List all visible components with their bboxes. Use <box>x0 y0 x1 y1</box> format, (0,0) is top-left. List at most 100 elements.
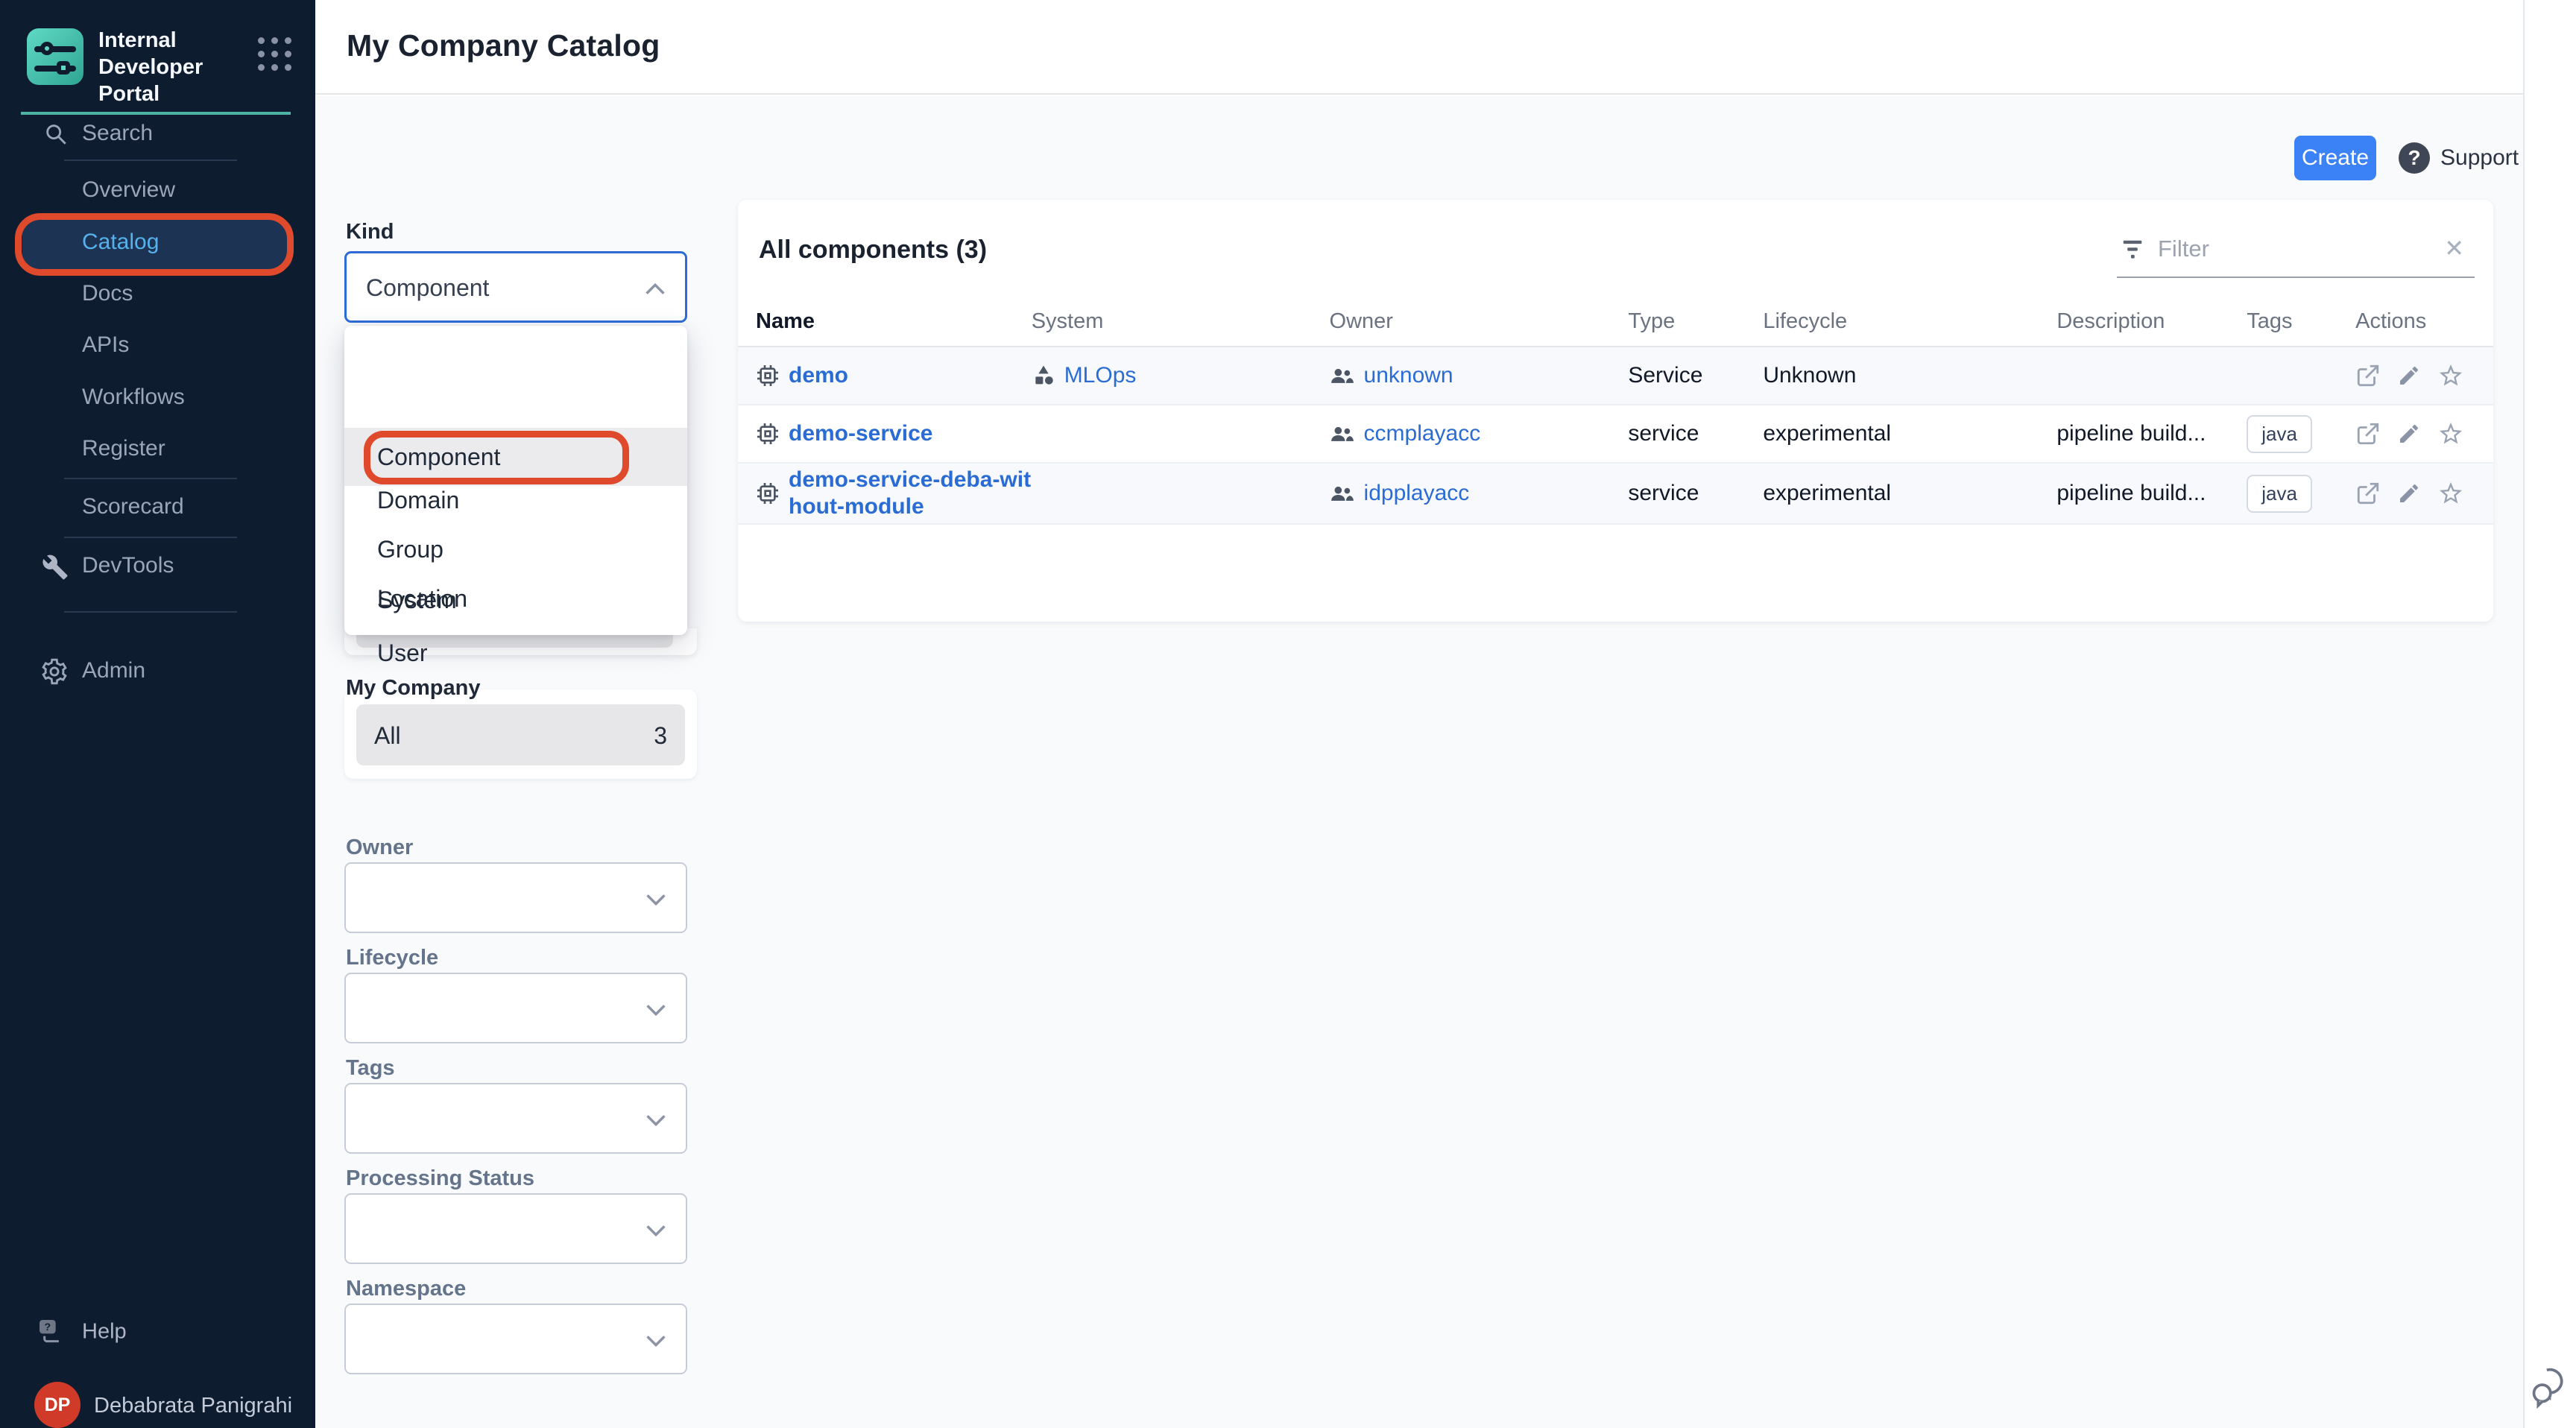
sidebar-item-label: Catalog <box>82 230 159 255</box>
star-icon[interactable] <box>2437 420 2464 447</box>
column-header-name[interactable]: Name <box>738 309 1032 334</box>
table-title: All components (3) <box>759 236 987 265</box>
owner-link[interactable]: idpplayacc <box>1364 481 1470 506</box>
owner-label: Owner <box>346 835 413 860</box>
chat-widget-icon[interactable] <box>2528 1364 2572 1410</box>
kind-option-label: User <box>377 639 428 667</box>
edit-pencil-icon[interactable] <box>2397 364 2421 388</box>
sidebar-item-admin[interactable]: Admin <box>0 647 315 695</box>
sidebar-item-label: APIs <box>82 332 129 358</box>
component-chip-icon <box>756 481 780 505</box>
kind-option-user[interactable]: User <box>344 623 687 683</box>
table-header-row: Name System Owner Type Lifecycle Descrip… <box>738 297 2493 347</box>
clear-filter-icon[interactable]: ✕ <box>2444 234 2464 262</box>
sidebar-item-label: Help <box>82 1320 127 1345</box>
component-chip-icon <box>756 422 780 446</box>
search-icon <box>43 121 69 147</box>
sidebar-item-docs[interactable]: Docs <box>0 270 315 317</box>
kind-option-system[interactable]: System <box>344 575 687 625</box>
column-header-system[interactable]: System <box>1032 309 1330 334</box>
column-header-description[interactable]: Description <box>2056 309 2247 334</box>
star-icon[interactable] <box>2437 480 2464 507</box>
type-cell: service <box>1628 421 1763 446</box>
component-link-line1: demo-service-deba-wit <box>789 467 1031 492</box>
avatar[interactable]: DP <box>34 1382 80 1428</box>
sidebar-item-register[interactable]: Register <box>0 425 315 473</box>
sidebar-item-help[interactable]: ? Help <box>0 1306 315 1358</box>
kind-select[interactable]: Component <box>344 251 687 323</box>
component-link[interactable]: demo-service-deba-without-module <box>789 467 1031 520</box>
tag-chip: java <box>2247 475 2312 513</box>
component-link[interactable]: demo <box>789 362 848 389</box>
lifecycle-cell: Unknown <box>1763 363 2056 388</box>
type-cell: Service <box>1628 363 1763 388</box>
sidebar-item-overview[interactable]: Overview <box>0 166 315 214</box>
component-chip-icon <box>756 364 780 388</box>
user-name[interactable]: Debabrata Panigrahi <box>94 1394 292 1418</box>
kind-select-value: Component <box>366 274 489 302</box>
owner-link[interactable]: unknown <box>1364 363 1453 388</box>
chevron-down-icon <box>645 1335 666 1347</box>
edit-pencil-icon[interactable] <box>2397 481 2421 505</box>
filter-placeholder: Filter <box>2158 236 2209 262</box>
sidebar-item-workflows[interactable]: Workflows <box>0 373 315 421</box>
sidebar-item-scorecard[interactable]: Scorecard <box>0 483 315 531</box>
sidebar-item-label: Scorecard <box>82 494 184 519</box>
sidebar-item-label: Overview <box>82 177 175 203</box>
sidebar-item-catalog[interactable]: Catalog <box>0 218 315 266</box>
open-in-new-icon[interactable] <box>2355 363 2381 388</box>
lifecycle-select[interactable] <box>344 973 687 1043</box>
column-header-tags[interactable]: Tags <box>2247 309 2355 334</box>
right-gutter <box>2523 0 2576 1428</box>
open-in-new-icon[interactable] <box>2355 481 2381 506</box>
kind-option-label: System <box>377 587 457 614</box>
owner-select[interactable] <box>344 862 687 933</box>
column-header-lifecycle[interactable]: Lifecycle <box>1763 309 2056 334</box>
owner-link[interactable]: ccmplayacc <box>1364 421 1481 446</box>
svg-text:?: ? <box>45 1321 51 1333</box>
help-chat-icon: ? <box>36 1316 66 1346</box>
system-link[interactable]: MLOps <box>1064 363 1137 388</box>
namespace-label: Namespace <box>346 1277 466 1301</box>
table-filter-input[interactable]: Filter ✕ <box>2117 222 2475 278</box>
owner-group-icon <box>1330 484 1355 503</box>
sidebar-item-apis[interactable]: APIs <box>0 321 315 369</box>
sidebar-item-label: Register <box>82 436 165 461</box>
sidebar-item-search[interactable]: Search <box>0 110 315 157</box>
owner-group-icon <box>1330 366 1355 385</box>
column-header-type[interactable]: Type <box>1628 309 1763 334</box>
filter-icon <box>2120 238 2145 261</box>
app-title: Internal Developer Portal <box>98 27 255 107</box>
owner-group-icon <box>1330 424 1355 443</box>
page-title: My Company Catalog <box>347 28 660 63</box>
page-header: My Company Catalog <box>315 0 2523 95</box>
table-row: demo MLOps unknown Service Unknown <box>738 347 2493 405</box>
create-button[interactable]: Create <box>2294 136 2376 180</box>
sidebar-separator <box>64 159 237 161</box>
column-header-owner[interactable]: Owner <box>1330 309 1629 334</box>
edit-pencil-icon[interactable] <box>2397 422 2421 446</box>
processing-status-label: Processing Status <box>346 1166 534 1191</box>
tags-label: Tags <box>346 1056 395 1081</box>
lifecycle-cell: experimental <box>1763 481 2056 506</box>
sidebar-item-label: Docs <box>82 281 133 306</box>
wrench-icon <box>42 554 69 581</box>
open-in-new-icon[interactable] <box>2355 421 2381 446</box>
processing-status-select[interactable] <box>344 1193 687 1264</box>
namespace-select[interactable] <box>344 1304 687 1374</box>
support-label: Support <box>2440 145 2519 171</box>
my-company-card: All 3 <box>344 689 697 779</box>
apps-grid-icon[interactable] <box>258 37 297 76</box>
support-button[interactable]: ? Support <box>2399 136 2519 180</box>
component-link[interactable]: demo-service <box>789 420 932 447</box>
sidebar-item-devtools[interactable]: DevTools <box>0 542 315 590</box>
my-company-all-row[interactable]: All 3 <box>356 704 685 765</box>
sidebar-item-label: DevTools <box>82 553 174 578</box>
sidebar-item-label: Search <box>82 121 153 146</box>
tags-select[interactable] <box>344 1083 687 1154</box>
type-cell: service <box>1628 481 1763 506</box>
table-row: demo-service ccmplayacc service experime… <box>738 405 2493 464</box>
lifecycle-label: Lifecycle <box>346 946 438 970</box>
column-header-actions: Actions <box>2355 309 2493 334</box>
star-icon[interactable] <box>2437 362 2464 389</box>
